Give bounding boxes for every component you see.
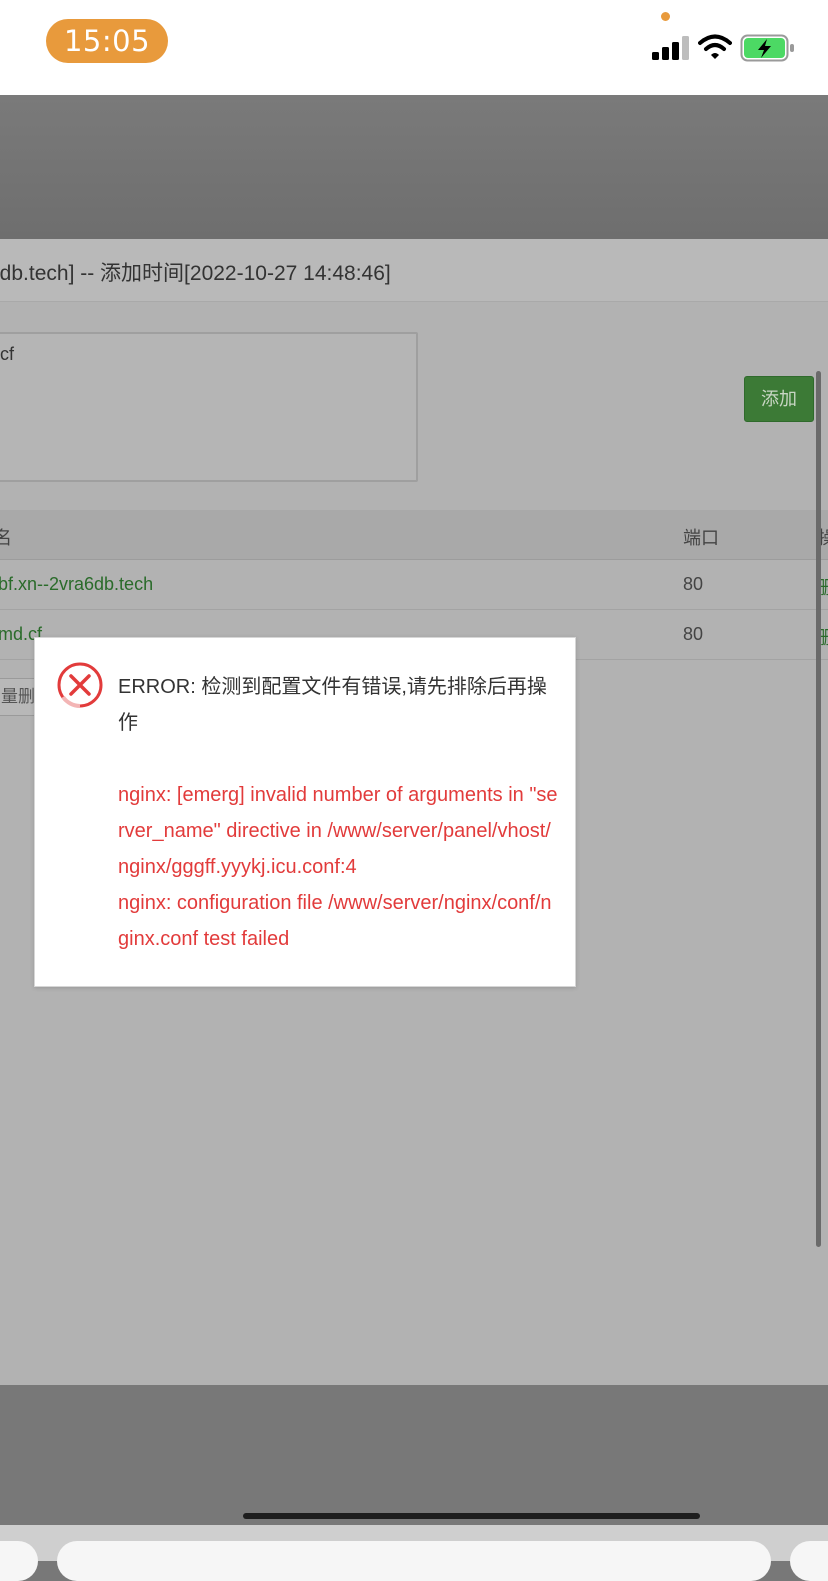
table-row: bf.xn--2vra6db.tech 80 删 [0, 560, 828, 610]
row-port: 80 [683, 624, 704, 644]
privacy-indicator-dot [661, 12, 670, 21]
browser-left-control[interactable] [0, 1541, 38, 1581]
header-domain: 名 [0, 528, 12, 548]
page-backdrop-top [0, 95, 828, 239]
row-domain-link[interactable]: bf.xn--2vra6db.tech [0, 574, 153, 595]
status-bar: 15:05 [0, 0, 828, 95]
table-header: 名 端口 操 [0, 510, 828, 560]
error-dialog: ERROR: 检测到配置文件有错误,请先排除后再操作 nginx: [emerg… [34, 637, 576, 987]
domain-textarea[interactable]: cf [0, 332, 418, 482]
textarea-value: cf [0, 344, 15, 364]
error-detail-line: nginx: [emerg] invalid number of argumen… [118, 784, 558, 878]
browser-right-control[interactable] [790, 1541, 828, 1581]
browser-address-bar[interactable] [57, 1541, 771, 1581]
error-detail: nginx: [emerg] invalid number of argumen… [118, 777, 558, 957]
error-message: ERROR: 检测到配置文件有错误,请先排除后再操作 [118, 676, 547, 734]
row-port: 80 [683, 574, 704, 594]
panel-scrollbar[interactable] [816, 371, 821, 1247]
signal-icon [652, 36, 689, 60]
panel-header: 6db.tech] -- 添加时间[2022-10-27 14:48:46] [0, 239, 828, 302]
error-detail-line: nginx: configuration file /www/server/ng… [118, 892, 552, 950]
panel-title: 6db.tech] -- 添加时间[2022-10-27 14:48:46] [0, 262, 391, 285]
battery-charging-icon [740, 34, 794, 62]
add-button[interactable]: 添加 [744, 376, 814, 422]
page-backdrop-bottom [0, 1385, 828, 1525]
header-port: 端口 [683, 528, 719, 548]
status-time: 15:05 [46, 19, 168, 63]
home-indicator[interactable] [243, 1513, 700, 1519]
error-x-icon [57, 662, 103, 708]
wifi-icon [698, 34, 732, 59]
